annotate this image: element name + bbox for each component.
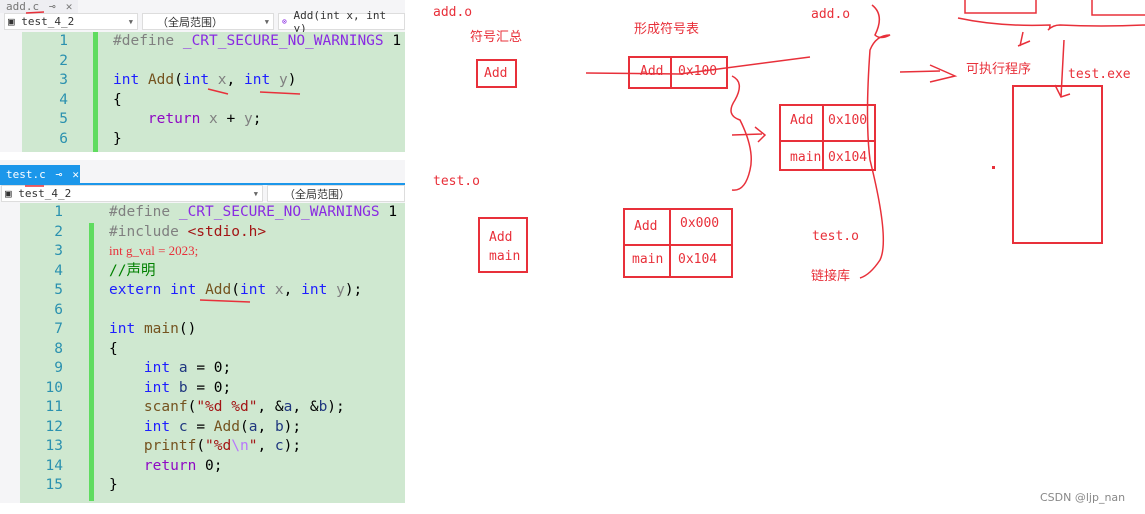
- annotation-strokes: [25, 0, 1145, 303]
- merged-symbol-table: Add 0x100 main 0x104: [779, 104, 876, 171]
- add-symbol-box: Add: [476, 59, 517, 88]
- exe-box: [1012, 85, 1103, 244]
- symbol-name: main: [632, 252, 664, 267]
- test-o-label: test.o: [433, 174, 480, 189]
- symbol-address: 0x100: [828, 113, 868, 128]
- symbol-address: 0x104: [678, 252, 718, 267]
- add-o-label: add.o: [433, 5, 473, 20]
- symbol-name: Add: [484, 66, 508, 81]
- underline-add-extern: [199, 299, 251, 303]
- top-box-2: [1091, 0, 1145, 16]
- symbol-name: Add: [634, 219, 658, 234]
- symbol-name: main: [489, 249, 521, 264]
- add-o-label-2: add.o: [811, 7, 851, 22]
- arrow-executable: [899, 64, 958, 83]
- symbol-summary-label: 符号汇总: [470, 29, 523, 44]
- top-arrow-1: [1017, 31, 1031, 47]
- executable-label: 可执行程序: [966, 61, 1032, 76]
- test-symbol-box: Add main: [478, 217, 528, 273]
- link-library-label: 链接库: [811, 268, 851, 283]
- underline-x: [207, 88, 229, 95]
- top-box-1: [964, 0, 1037, 14]
- exe-name-label: test.exe: [1068, 67, 1131, 82]
- symbol-address: 0x000: [680, 216, 720, 231]
- test-o-label-2: test.o: [812, 229, 859, 244]
- watermark: CSDN @ljp_nan: [1040, 491, 1126, 504]
- add-symbol-table: Add 0x100: [628, 56, 728, 89]
- cell-divider: [669, 210, 671, 276]
- row-divider: [781, 140, 874, 142]
- symbol-name: Add: [640, 64, 664, 79]
- cell-divider: [822, 106, 824, 169]
- dot: [992, 166, 995, 169]
- symbol-address: 0x104: [828, 150, 868, 165]
- row-divider: [625, 244, 731, 246]
- underline-tab-add: [25, 11, 45, 14]
- cell-divider: [670, 58, 672, 87]
- underline-y: [259, 91, 301, 95]
- test-symbol-table: Add 0x000 main 0x104: [623, 208, 733, 278]
- symbol-name: main: [790, 150, 822, 165]
- symbol-address: 0x100: [678, 64, 718, 79]
- top-brace: [957, 17, 1145, 31]
- form-table-label: 形成符号表: [634, 21, 700, 36]
- symbol-name: Add: [489, 230, 513, 245]
- brace-1: [730, 75, 752, 191]
- symbol-name: Add: [790, 113, 814, 128]
